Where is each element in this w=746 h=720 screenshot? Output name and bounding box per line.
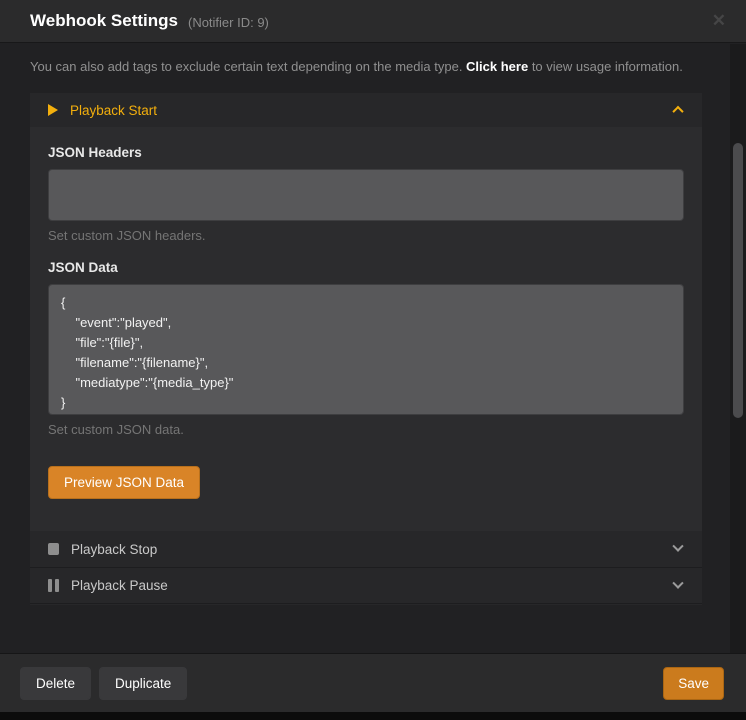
duplicate-button[interactable]: Duplicate xyxy=(99,667,187,700)
json-headers-group: JSON Headers Set custom JSON headers. xyxy=(48,145,684,243)
scrollbar-thumb[interactable] xyxy=(733,143,743,418)
chevron-down-icon xyxy=(672,541,683,552)
save-button[interactable]: Save xyxy=(663,667,724,700)
click-here-link[interactable]: Click here xyxy=(466,59,528,74)
json-data-group: JSON Data { "event":"played", "file":"{f… xyxy=(48,260,684,437)
usage-description: You can also add tags to exclude certain… xyxy=(30,56,708,77)
playback-start-panel: JSON Headers Set custom JSON headers. JS… xyxy=(30,127,702,531)
accordion-label: Playback Stop xyxy=(71,542,674,557)
delete-button[interactable]: Delete xyxy=(20,667,91,700)
modal-body: You can also add tags to exclude certain… xyxy=(0,44,746,653)
play-icon xyxy=(48,104,58,116)
json-data-label: JSON Data xyxy=(48,260,684,275)
json-data-help: Set custom JSON data. xyxy=(48,422,684,437)
chevron-up-icon xyxy=(672,106,683,117)
preview-json-data-button[interactable]: Preview JSON Data xyxy=(48,466,200,499)
notifier-id-label: (Notifier ID: 9) xyxy=(188,13,269,30)
accordion-label: Playback Start xyxy=(70,103,674,118)
webhook-settings-modal: Webhook Settings (Notifier ID: 9) ✕ You … xyxy=(0,0,746,720)
accordion-header-playback-stop[interactable]: Playback Stop xyxy=(30,531,702,567)
json-headers-label: JSON Headers xyxy=(48,145,684,160)
accordion-header-playback-start[interactable]: Playback Start xyxy=(30,93,702,127)
next-accordion-row-clipped xyxy=(30,603,702,605)
stop-icon xyxy=(48,543,59,555)
modal-footer: Delete Duplicate Save xyxy=(0,653,746,712)
notification-triggers-accordion: Playback Start JSON Headers Set custom J… xyxy=(30,93,702,605)
json-headers-input[interactable] xyxy=(48,169,684,221)
accordion-header-playback-pause[interactable]: Playback Pause xyxy=(30,567,702,603)
scrollbar-track[interactable] xyxy=(730,44,746,653)
json-headers-help: Set custom JSON headers. xyxy=(48,228,684,243)
page-title: Webhook Settings xyxy=(30,11,178,31)
json-data-input[interactable]: { "event":"played", "file":"{file}", "fi… xyxy=(48,284,684,415)
page-background-strip xyxy=(0,712,746,720)
chevron-down-icon xyxy=(672,577,683,588)
modal-header: Webhook Settings (Notifier ID: 9) ✕ xyxy=(0,0,746,43)
accordion-label: Playback Pause xyxy=(71,578,674,593)
usage-description-text: You can also add tags to exclude certain… xyxy=(30,59,466,74)
close-icon[interactable]: ✕ xyxy=(708,10,730,32)
usage-description-text-after: to view usage information. xyxy=(528,59,683,74)
pause-icon xyxy=(48,579,59,592)
